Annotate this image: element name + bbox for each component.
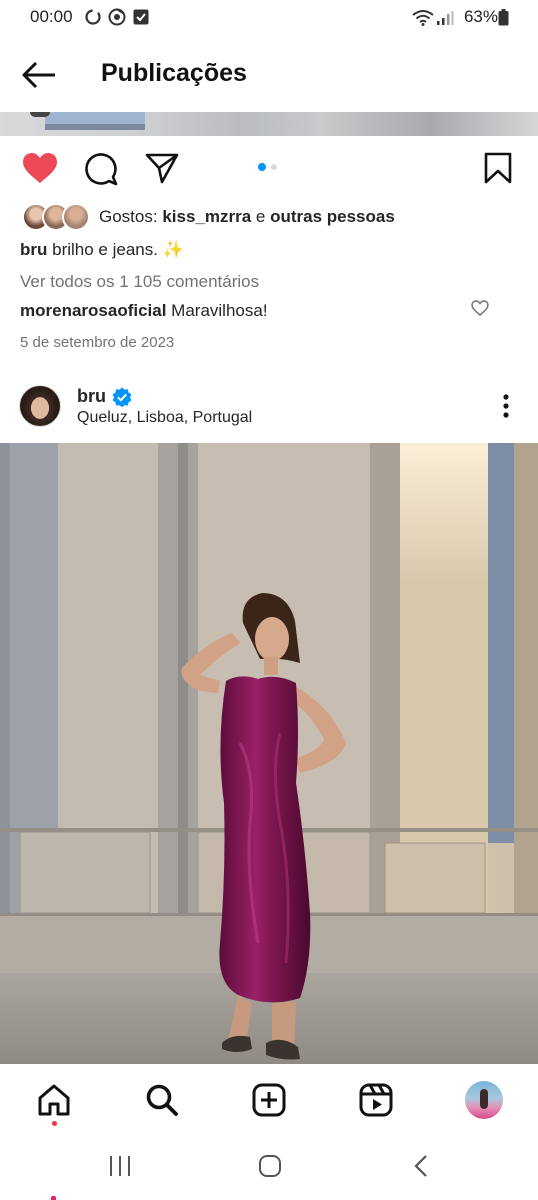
system-navigation-bar [0,1138,538,1200]
notification-indicator [51,1196,56,1200]
caption-text: brilho e jeans. ✨ [47,240,184,259]
author-username[interactable]: bru [77,386,106,407]
signal-icon [437,11,454,25]
carousel-dot-active [258,163,266,171]
home-icon[interactable] [37,1083,71,1117]
wifi-icon [412,10,434,26]
post-photo [0,443,538,1064]
profile-avatar[interactable] [465,1081,503,1119]
home-notification-dot [52,1121,57,1126]
previous-post-image[interactable] [0,112,538,136]
chrome-icon [108,8,126,26]
new-post-icon[interactable] [252,1083,286,1117]
verified-badge-icon [112,387,132,407]
author-avatar[interactable] [19,385,61,427]
sync-icon [85,9,101,25]
reels-icon[interactable] [359,1083,393,1117]
comment-like-icon[interactable] [471,300,489,316]
post-date: 5 de setembro de 2023 [20,334,175,351]
search-icon[interactable] [145,1083,179,1117]
like-icon[interactable] [22,152,58,184]
checkbox-icon [133,9,149,25]
save-bookmark-icon[interactable] [484,152,512,184]
post-image[interactable] [0,443,538,1064]
caption-username[interactable]: bru [20,240,47,259]
battery-percent: 63% [463,7,498,26]
share-icon[interactable] [145,152,179,184]
likes-text: Gostos: kiss_mzrra e outras pessoas [99,207,395,227]
back-button-icon[interactable] [412,1154,430,1178]
view-all-comments-link[interactable]: Ver todos os 1 105 comentários [20,272,259,292]
post-location[interactable]: Queluz, Lisboa, Portugal [77,409,252,427]
comment-row: morenarosaoficial Maravilhosa! [20,301,268,321]
page-title: Publicações [101,59,247,87]
liker-avatar[interactable] [62,203,90,231]
post-caption: bru brilho e jeans. ✨ [20,240,184,260]
status-time: 00:00 [30,7,73,26]
comment-text: Maravilhosa! [166,301,268,320]
likes-and: e [251,207,271,226]
home-button-icon[interactable] [258,1154,282,1178]
likes-others-link[interactable]: outras pessoas [270,207,395,226]
comment-icon[interactable] [84,152,118,186]
bottom-navigation [0,1064,538,1138]
recent-apps-icon[interactable] [108,1155,132,1177]
likes-prefix: Gostos: [99,207,163,226]
carousel-dot [271,164,277,170]
status-bar: 00:00 63% [0,0,538,36]
comment-username[interactable]: morenarosaoficial [20,301,166,320]
back-arrow-icon[interactable] [22,61,56,89]
likes-username[interactable]: kiss_mzrra [162,207,251,226]
battery-icon [498,9,509,26]
more-vertical-icon[interactable] [501,393,511,419]
